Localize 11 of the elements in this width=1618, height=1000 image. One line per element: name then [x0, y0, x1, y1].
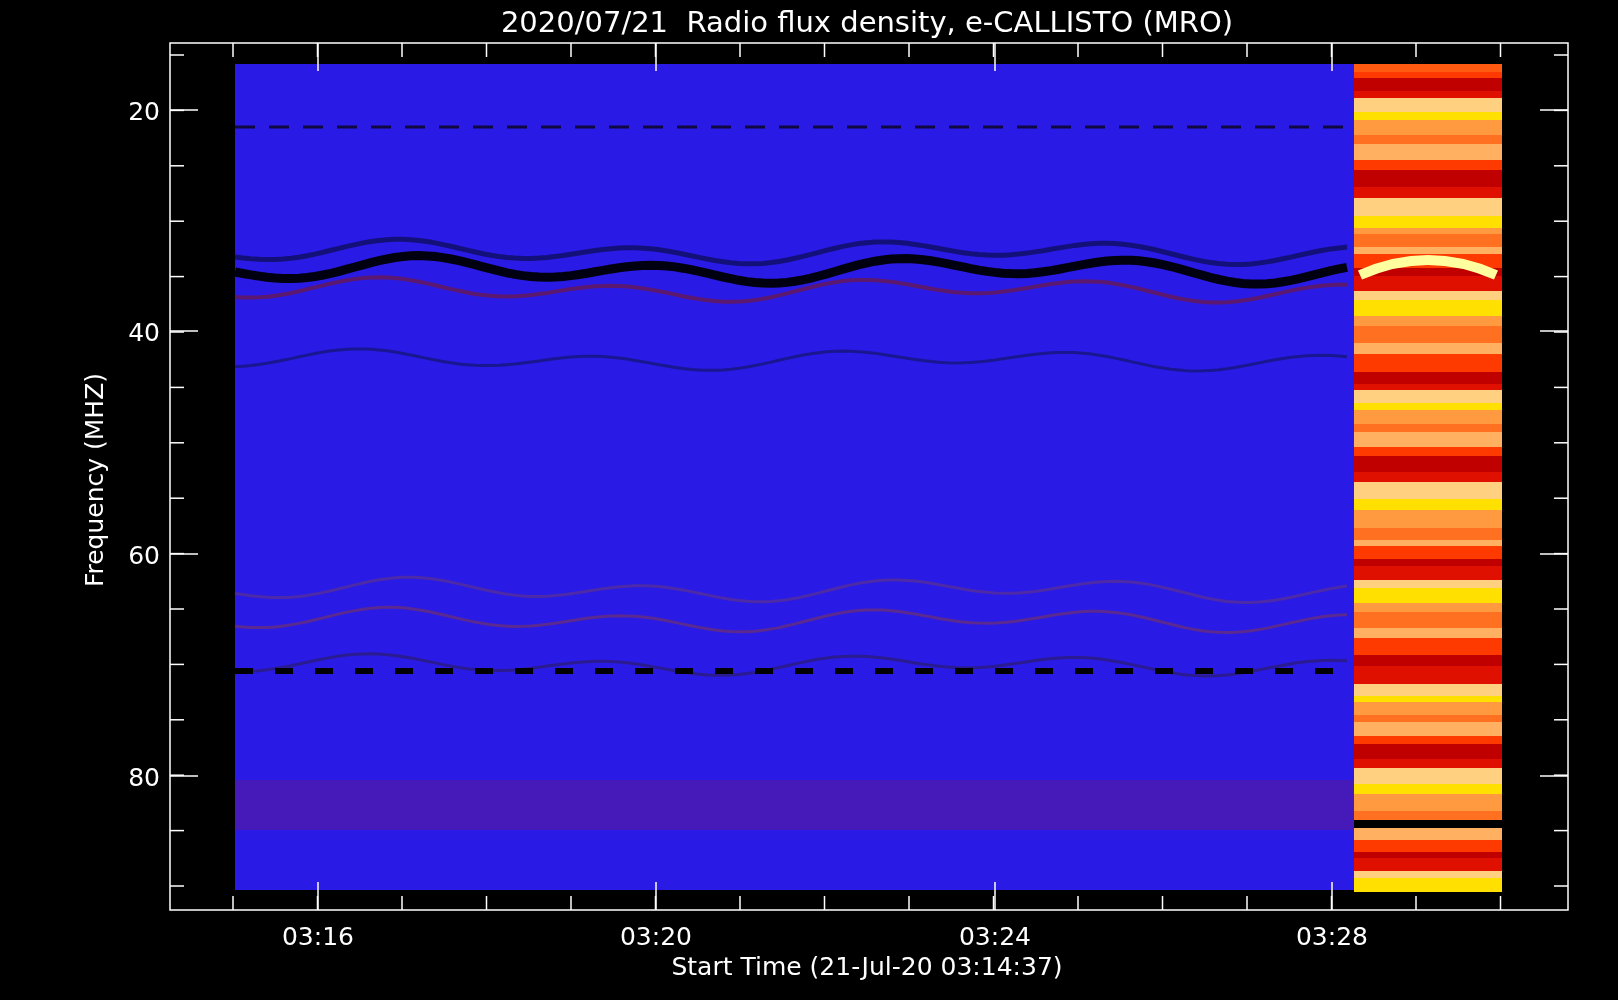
y-tick-label: 40 — [128, 318, 160, 347]
x-tick-label: 03:16 — [282, 922, 354, 951]
x-tick-label: 03:20 — [620, 922, 692, 951]
x-axis-label: Start Time (21-Jul-20 03:14:37) — [671, 952, 1063, 981]
x-tick-label: 03:24 — [959, 922, 1031, 951]
x-tick-label: 03:28 — [1296, 922, 1368, 951]
y-tick-label: 60 — [128, 541, 160, 570]
chart-title: 2020/07/21 Radio flux density, e-CALLISTO (MRO) — [500, 5, 1234, 39]
y-tick-label: 80 — [128, 763, 160, 792]
y-tick-label: 20 — [128, 97, 160, 126]
y-axis-label: Frequency (MHZ) — [80, 372, 109, 588]
